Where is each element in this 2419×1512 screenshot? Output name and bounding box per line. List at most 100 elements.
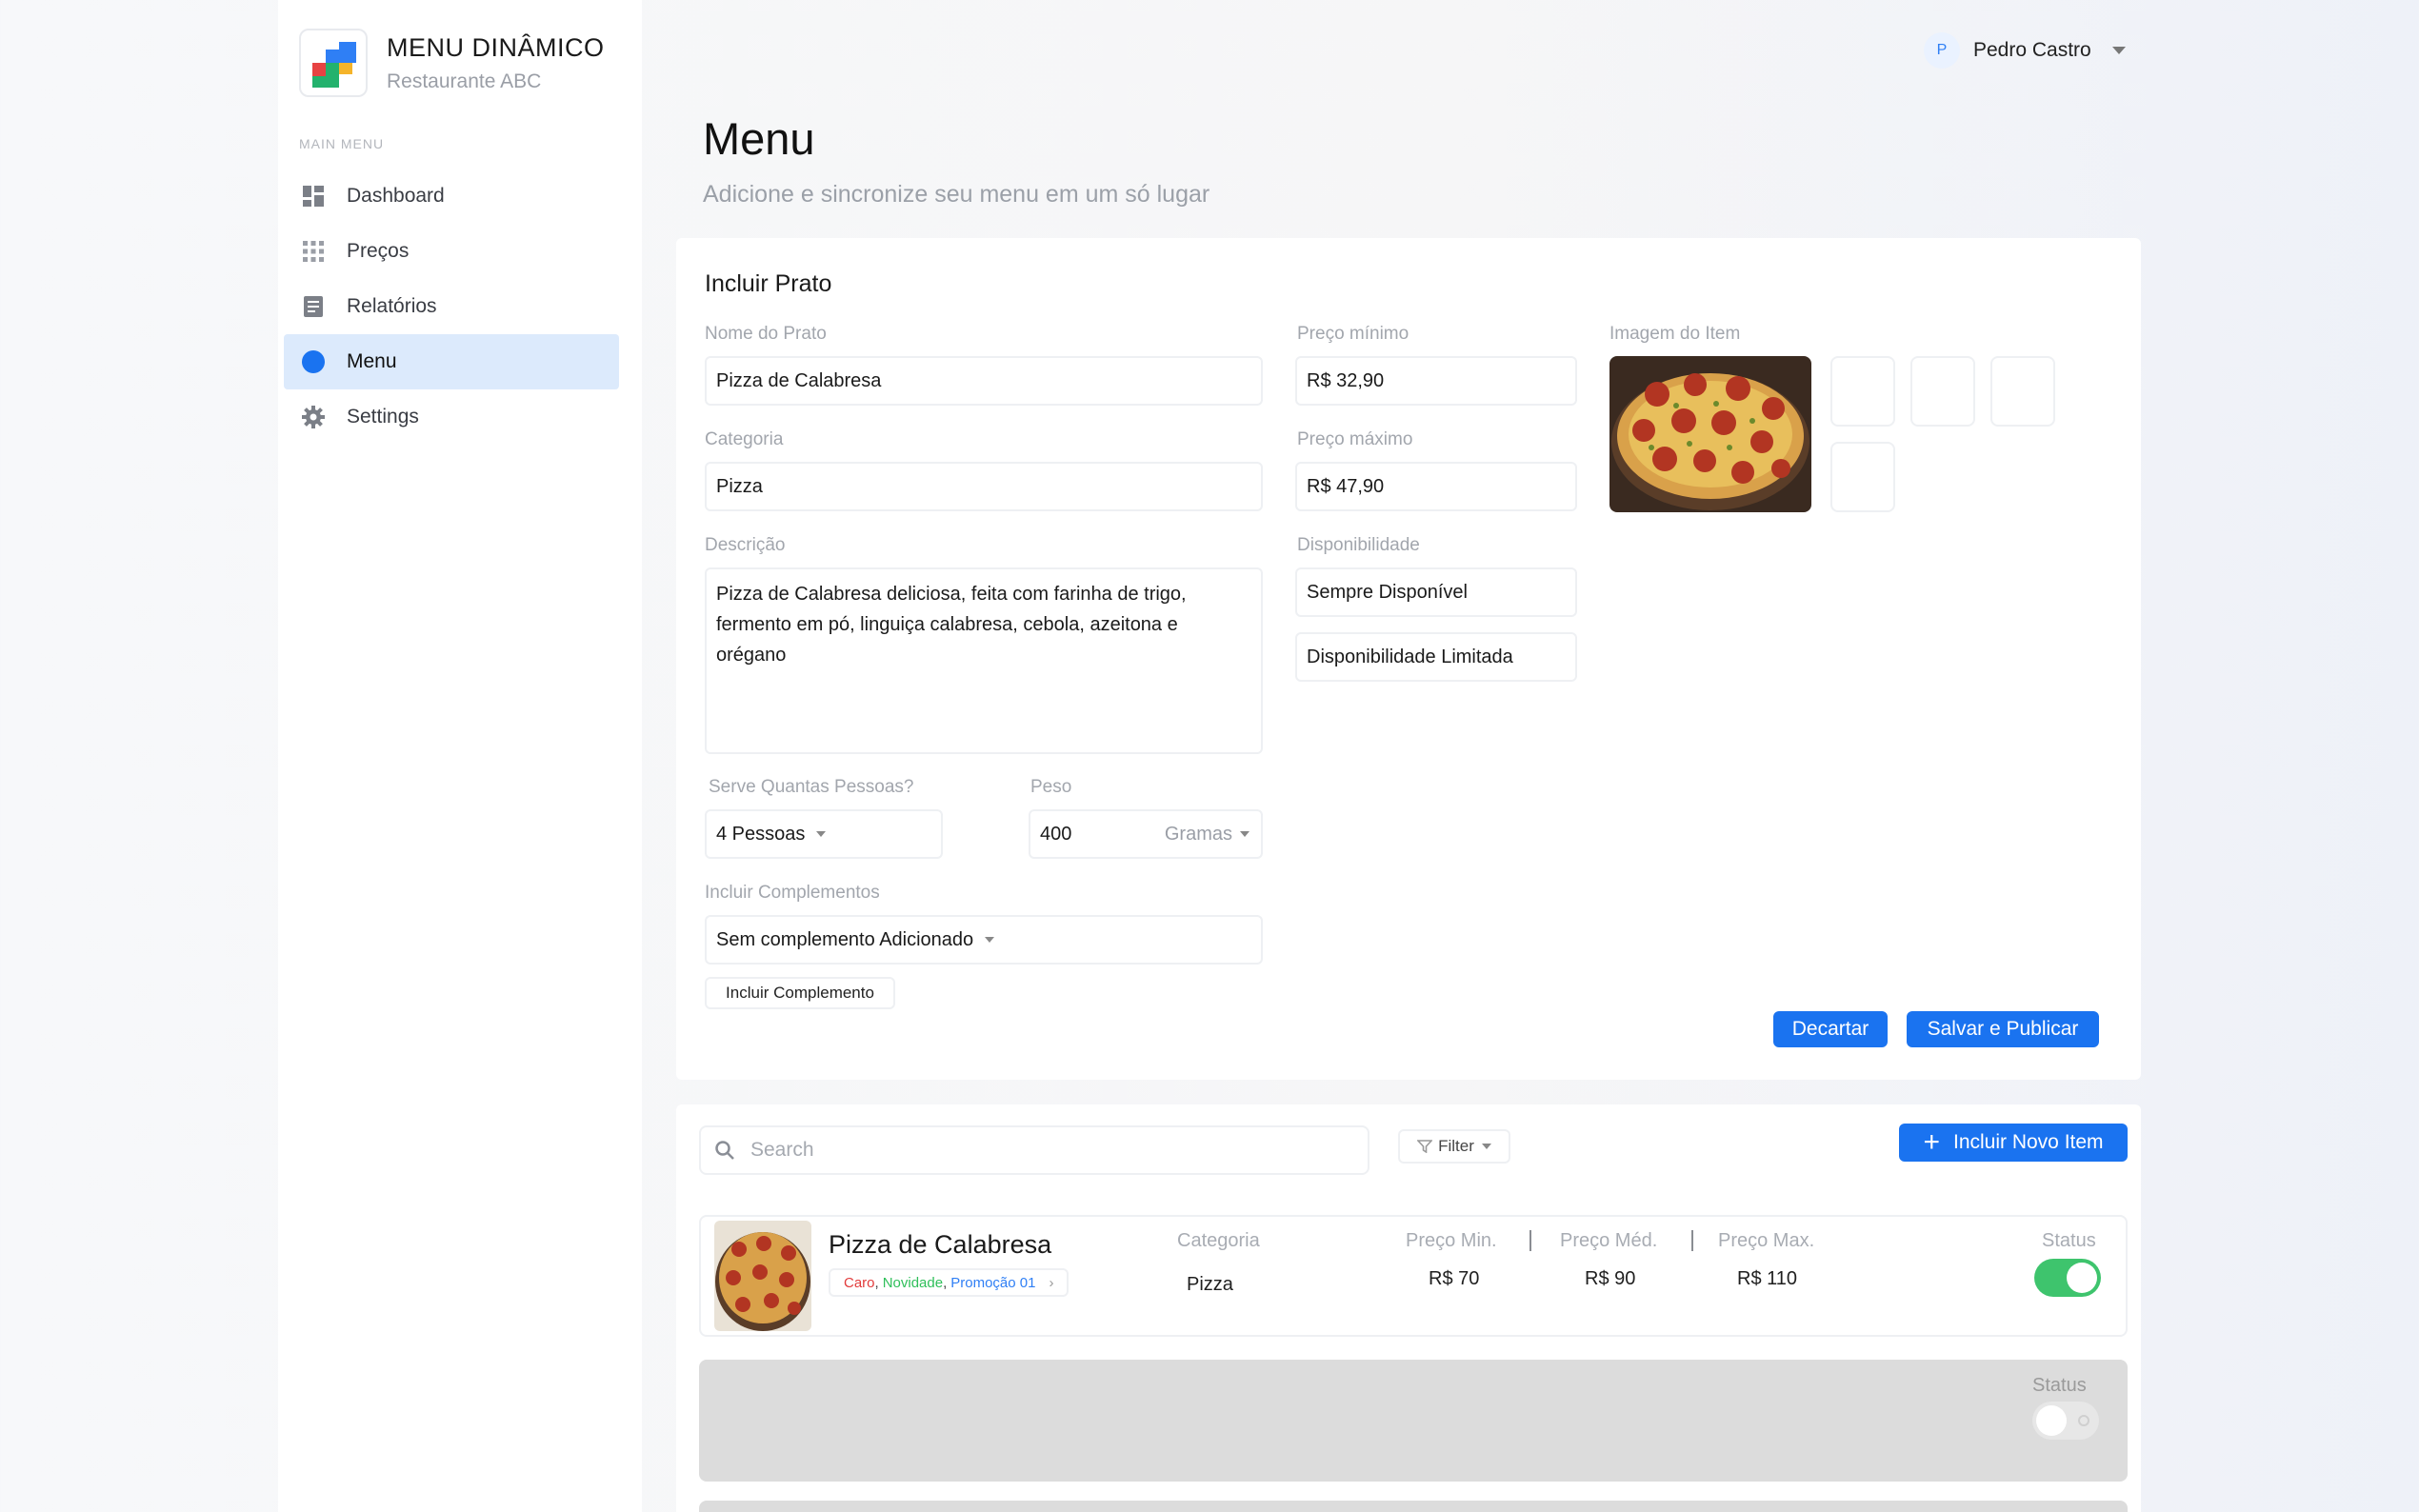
plus-icon: +	[1923, 1126, 1940, 1158]
weight-value: 400	[1040, 823, 1072, 845]
category-label: Categoria	[705, 429, 784, 449]
caret-down-icon	[1240, 831, 1249, 837]
sidebar-item-dashboard[interactable]: Dashboard	[284, 169, 619, 224]
tag-promo: Promoção 01	[950, 1274, 1036, 1291]
image-slot[interactable]	[1830, 356, 1895, 427]
brand-title: MENU DINÂMICO	[387, 32, 605, 62]
complements-label: Incluir Complementos	[705, 883, 880, 903]
filter-label: Filter	[1438, 1137, 1474, 1155]
sidebar-item-label: Preços	[347, 240, 410, 262]
add-new-item-button[interactable]: + Incluir Novo Item	[1899, 1124, 2128, 1162]
category-field[interactable]: Pizza	[705, 462, 1263, 511]
filter-icon	[1417, 1140, 1433, 1153]
caret-down-icon	[985, 937, 995, 943]
item-avg-price: R$ 90	[1585, 1268, 1636, 1289]
weight-unit-select[interactable]: Gramas	[1165, 824, 1249, 846]
serves-select[interactable]: 4 Pessoas	[705, 809, 943, 859]
complements-value: Sem complemento Adicionado	[716, 928, 974, 950]
column-divider	[1529, 1230, 1531, 1251]
tag-separator: ,	[874, 1274, 879, 1291]
menu-list-card: Search Filter + Incluir Novo Item Pizza …	[676, 1104, 2141, 1512]
app-logo	[299, 29, 368, 97]
image-label: Imagem do Item	[1609, 324, 1741, 344]
col-status-header: Status	[2042, 1230, 2096, 1251]
brand: MENU DINÂMICO Restaurante ABC	[299, 29, 605, 97]
col-min-header: Preço Min.	[1406, 1230, 1497, 1251]
sidebar-item-relatorios[interactable]: Relatórios	[284, 279, 619, 334]
item-name: Pizza de Calabresa	[829, 1230, 1052, 1259]
table-row-placeholder	[699, 1501, 2128, 1512]
col-avg-header: Preço Méd.	[1560, 1230, 1658, 1251]
avatar: P	[1924, 32, 1960, 69]
add-new-item-label: Incluir Novo Item	[1952, 1131, 2104, 1153]
card-title: Incluir Prato	[705, 270, 832, 297]
image-slot[interactable]	[1990, 356, 2055, 427]
col-category-header: Categoria	[1177, 1230, 1260, 1251]
item-min-price: R$ 70	[1429, 1268, 1480, 1289]
description-label: Descrição	[705, 535, 786, 555]
dashboard-icon	[301, 184, 326, 209]
save-publish-button[interactable]: Salvar e Publicar	[1907, 1011, 2099, 1047]
column-divider	[1691, 1230, 1693, 1251]
search-input[interactable]: Search	[699, 1125, 1369, 1175]
image-slot[interactable]	[1830, 442, 1895, 512]
image-slot[interactable]	[1910, 356, 1975, 427]
weight-unit: Gramas	[1164, 823, 1232, 845]
item-tags[interactable]: Caro, Novidade, Promoção 01 ›	[829, 1268, 1070, 1297]
circle-icon	[301, 349, 326, 374]
toggle-off-indicator	[2078, 1415, 2089, 1426]
serves-label: Serve Quantas Pessoas?	[709, 777, 914, 797]
user-menu[interactable]: P Pedro Castro	[1924, 32, 2126, 69]
dish-name-field[interactable]: Pizza de Calabresa	[705, 356, 1263, 406]
tag-new: Novidade	[882, 1274, 944, 1291]
weight-label: Peso	[1030, 777, 1072, 797]
sidebar-item-label: Dashboard	[347, 185, 445, 207]
sidebar: MENU DINÂMICO Restaurante ABC MAIN MENU …	[278, 0, 642, 1512]
description-textarea[interactable]: Pizza de Calabresa deliciosa, feita com …	[705, 567, 1263, 754]
sidebar-item-menu[interactable]: Menu	[284, 334, 619, 389]
availability-limited-option[interactable]: Disponibilidade Limitada	[1295, 632, 1577, 682]
min-price-field[interactable]: R$ 32,90	[1295, 356, 1577, 406]
col-max-header: Preço Max.	[1718, 1230, 1815, 1251]
table-row-placeholder: Status	[699, 1360, 2128, 1482]
dish-name-label: Nome do Prato	[705, 324, 827, 344]
sidebar-item-label: Relatórios	[347, 295, 437, 317]
sidebar-item-label: Settings	[347, 406, 419, 428]
placeholder-status-label: Status	[2032, 1375, 2087, 1396]
table-row[interactable]: Pizza de Calabresa Caro, Novidade, Promo…	[699, 1215, 2128, 1337]
max-price-label: Preço máximo	[1297, 429, 1413, 449]
search-icon	[715, 1141, 734, 1160]
item-max-price: R$ 110	[1737, 1268, 1798, 1289]
sidebar-nav: Dashboard Preços Relatórios Menu Setting…	[284, 169, 619, 445]
placeholder-status-toggle[interactable]	[2032, 1402, 2099, 1440]
discard-button[interactable]: Decartar	[1773, 1011, 1888, 1047]
add-complement-button[interactable]: Incluir Complemento	[705, 977, 895, 1009]
availability-always-option[interactable]: Sempre Disponível	[1295, 567, 1577, 617]
tag-separator: ,	[943, 1274, 948, 1291]
item-category: Pizza	[1187, 1274, 1233, 1295]
toggle-knob	[2067, 1263, 2097, 1293]
caret-down-icon	[816, 831, 827, 837]
search-placeholder: Search	[750, 1139, 814, 1161]
page-title: Menu	[703, 113, 815, 164]
status-toggle[interactable]	[2034, 1259, 2101, 1297]
page-subtitle: Adicione e sincronize seu menu em um só …	[703, 181, 1210, 208]
gear-icon	[301, 405, 326, 429]
toggle-knob	[2036, 1405, 2067, 1436]
availability-label: Disponibilidade	[1297, 535, 1420, 555]
complements-select[interactable]: Sem complemento Adicionado	[705, 915, 1263, 965]
menu-caption: MAIN MENU	[299, 136, 385, 151]
filter-button[interactable]: Filter	[1398, 1129, 1510, 1164]
weight-field[interactable]: 400 Gramas	[1029, 809, 1263, 859]
chevron-right-icon: ›	[1049, 1274, 1054, 1291]
max-price-field[interactable]: R$ 47,90	[1295, 462, 1577, 511]
report-icon	[301, 294, 326, 319]
grid-icon	[301, 239, 326, 264]
sidebar-item-precos[interactable]: Preços	[284, 224, 619, 279]
brand-subtitle: Restaurante ABC	[387, 70, 542, 92]
sidebar-item-label: Menu	[347, 350, 397, 372]
tag-expensive: Caro	[844, 1274, 875, 1291]
dish-image[interactable]	[1609, 356, 1811, 512]
sidebar-item-settings[interactable]: Settings	[284, 389, 619, 445]
min-price-label: Preço mínimo	[1297, 324, 1409, 344]
